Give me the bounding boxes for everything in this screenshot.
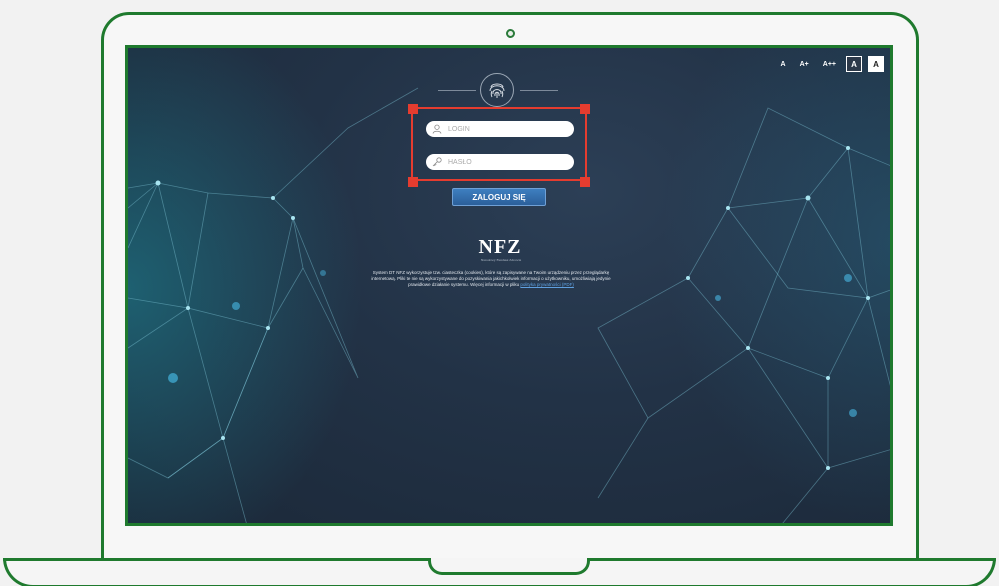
font-size-normal-button[interactable]: A [777, 59, 790, 70]
font-size-controls: A A+ A++ A A [777, 56, 884, 72]
highlight-corner [580, 104, 590, 114]
highlight-corner [408, 104, 418, 114]
stage: A A+ A++ A A LOGIN ZALOGUJ SIĘ NFZ Narod… [0, 0, 999, 586]
divider-left [438, 90, 476, 91]
password-input[interactable] [442, 158, 562, 166]
highlight-corner [580, 177, 590, 187]
fingerprint-icon [480, 73, 514, 107]
highlight-corner [408, 177, 418, 187]
font-size-larger-button[interactable]: A+ [796, 59, 813, 70]
password-field [426, 154, 574, 170]
cookie-notice: System DT NFZ wykorzystuje tzw. ciastecz… [360, 270, 622, 288]
login-screen: A A+ A++ A A LOGIN ZALOGUJ SIĘ NFZ Narod… [125, 45, 893, 526]
nfz-logo-subtitle: Narodowy Fundusz Zdrowia [480, 258, 522, 262]
login-input[interactable] [442, 125, 562, 133]
user-icon [432, 124, 442, 134]
key-icon [432, 157, 442, 167]
font-size-largest-button[interactable]: A++ [819, 59, 840, 70]
nfz-logo: NFZ [478, 236, 522, 258]
contrast-light-button[interactable]: A [868, 56, 884, 72]
divider-right [520, 90, 558, 91]
laptop-notch [428, 558, 590, 575]
cookie-notice-text: System DT NFZ wykorzystuje tzw. ciastecz… [371, 270, 611, 287]
login-field [426, 121, 574, 137]
contrast-dark-button[interactable]: A [846, 56, 862, 72]
login-button[interactable]: ZALOGUJ SIĘ [452, 188, 546, 206]
privacy-policy-link[interactable]: polityka prywatności (PDF) [520, 282, 574, 287]
camera-icon [506, 29, 515, 38]
